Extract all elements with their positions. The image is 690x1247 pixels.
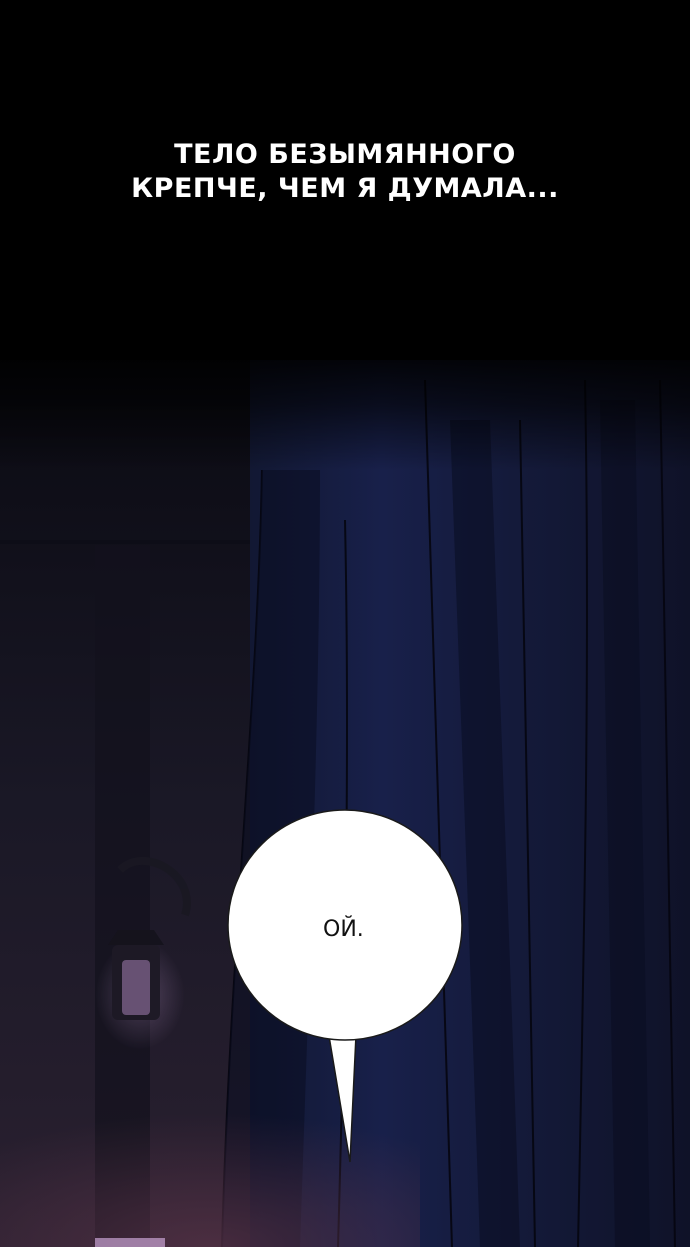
narration-caption: ТЕЛО БЕЗЫМЯННОГО КРЕПЧЕ, ЧЕМ Я ДУМАЛА... [0,138,690,206]
comic-panel: ТЕЛО БЕЗЫМЯННОГО КРЕПЧЕ, ЧЕМ Я ДУМАЛА...… [0,0,690,1247]
narration-line-2: КРЕПЧЕ, ЧЕМ Я ДУМАЛА... [131,173,559,204]
speech-bubble-text: ОЙ. [323,917,364,942]
narration-line-1: ТЕЛО БЕЗЫМЯННОГО [174,139,516,170]
